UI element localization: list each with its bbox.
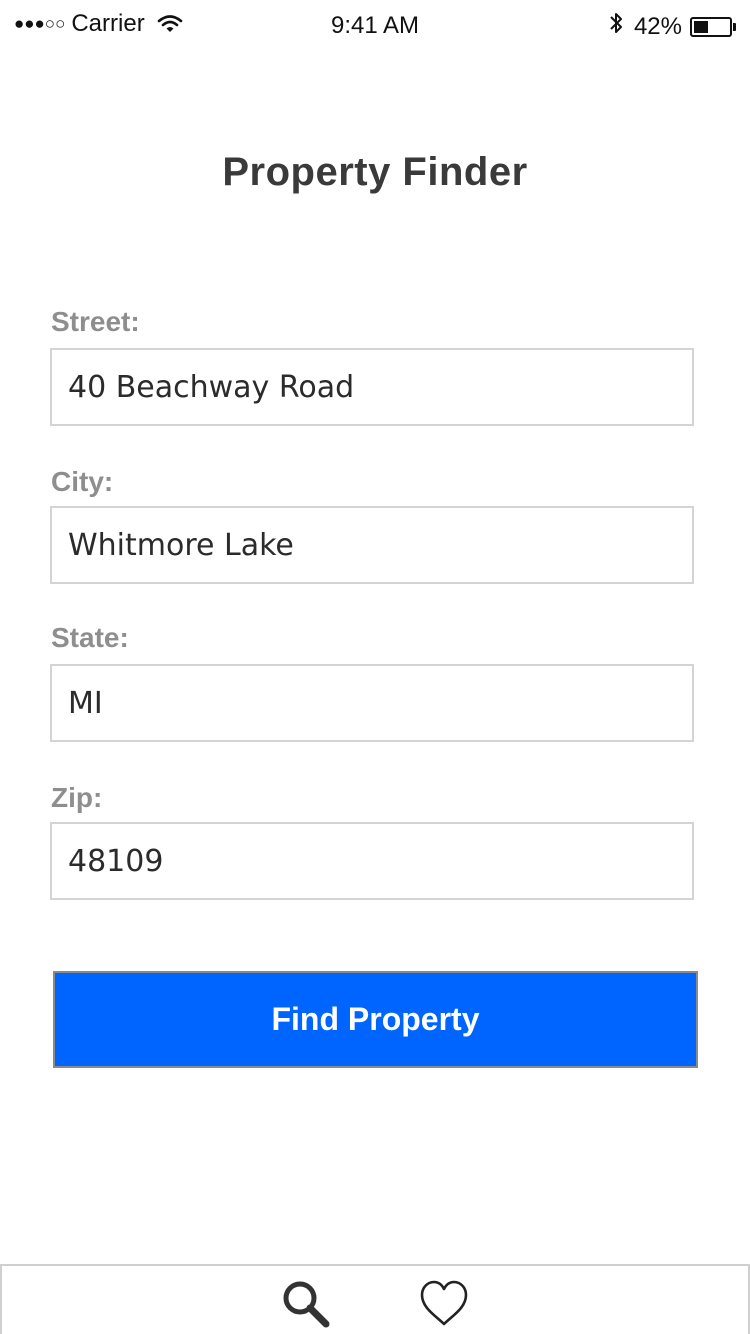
page-title: Property Finder (222, 150, 528, 194)
zip-label: Zip: (51, 782, 103, 813)
street-input[interactable] (50, 348, 694, 426)
city-label: City: (51, 466, 114, 497)
battery-tip (733, 22, 736, 31)
battery-icon (690, 16, 736, 37)
battery-fill (694, 20, 708, 33)
status-right: 42% (608, 10, 736, 43)
find-property-button[interactable]: Find Property (53, 971, 698, 1068)
heart-icon (416, 1278, 472, 1332)
screen: ●●●○○ Carrier 9:41 AM 42% Property Finde… (0, 0, 750, 1334)
status-bar: ●●●○○ Carrier 9:41 AM 42% (0, 0, 750, 52)
favorites-tab[interactable] (416, 1278, 472, 1332)
bluetooth-icon (608, 10, 624, 43)
street-label: Street: (51, 306, 140, 337)
state-label: State: (51, 622, 129, 653)
city-input[interactable] (50, 506, 694, 584)
state-input[interactable] (50, 664, 694, 742)
search-tab[interactable] (278, 1278, 334, 1332)
zip-input[interactable] (50, 822, 694, 900)
tab-bar (0, 1264, 750, 1334)
battery-body (690, 16, 732, 37)
battery-percent: 42% (633, 12, 682, 40)
search-icon (278, 1278, 334, 1332)
